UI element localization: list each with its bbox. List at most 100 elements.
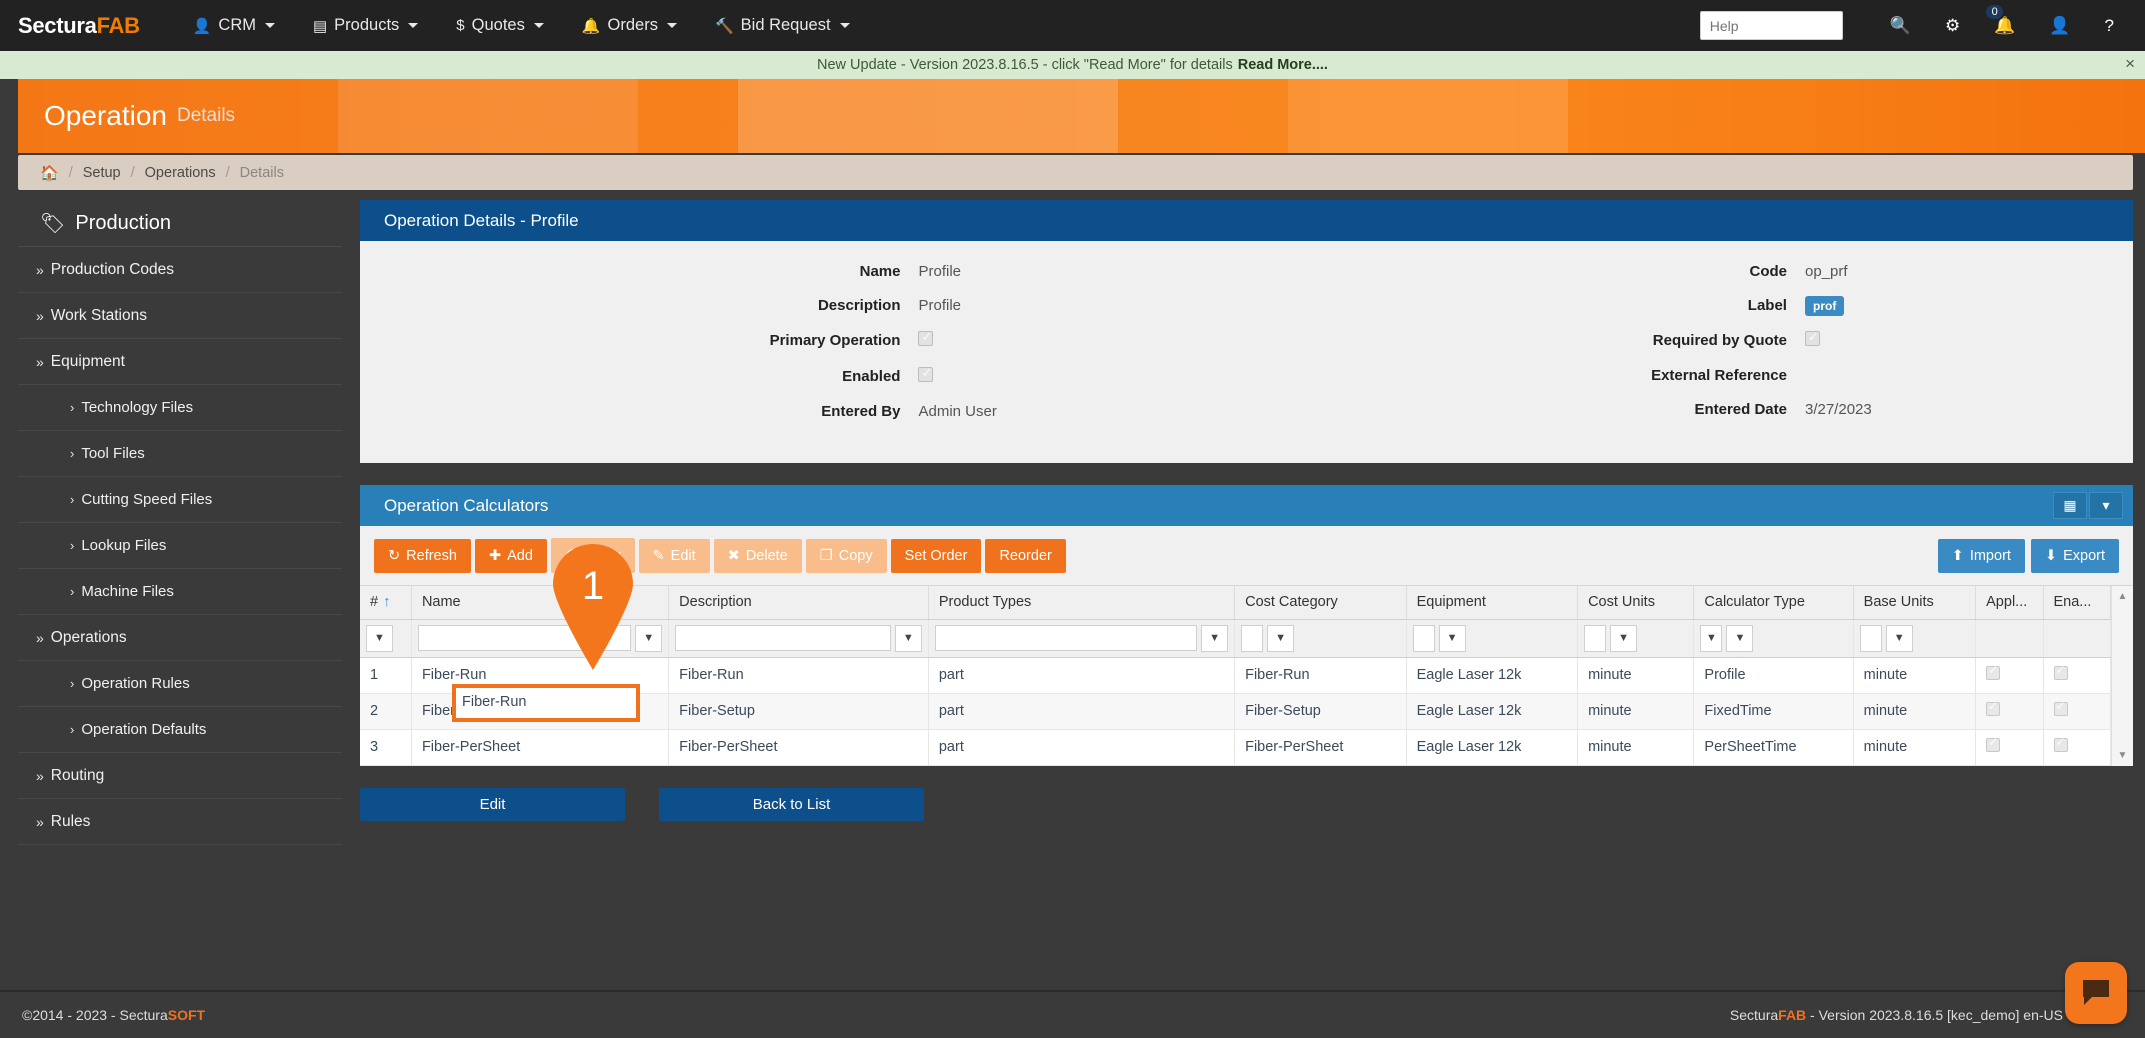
cell-product-types: part xyxy=(928,657,1234,693)
edit-button[interactable]: Edit xyxy=(360,788,625,821)
nav-item-orders-label: Orders xyxy=(608,16,658,35)
sidebar-item-operation-rules[interactable]: › Operation Rules xyxy=(18,661,342,707)
scroll-up-arrow-icon[interactable]: ▲ xyxy=(2112,588,2133,604)
table-row[interactable]: 2 Fiber-Setup Fiber-Setup part Fiber-Set… xyxy=(360,693,2111,729)
grid-view-icon[interactable]: ▦ xyxy=(2053,492,2087,519)
field-value-required-by-quote xyxy=(1805,331,2133,350)
field-row-name: Name Profile xyxy=(360,263,1247,280)
table-row[interactable]: 3 Fiber-PerSheet Fiber-PerSheet part Fib… xyxy=(360,729,2111,765)
sidebar-heading: 🏷 Production xyxy=(18,200,342,247)
help-search-input[interactable] xyxy=(1700,11,1843,40)
field-row-code: Code op_prf xyxy=(1247,263,2134,280)
breadcrumb-item-operations[interactable]: Operations xyxy=(145,165,216,181)
home-icon[interactable]: 🏠 xyxy=(40,164,59,182)
filter-input-product-types[interactable] xyxy=(935,625,1197,651)
column-header-product-types[interactable]: Product Types xyxy=(928,586,1234,619)
filter-icon[interactable]: ▼ xyxy=(1726,625,1753,652)
chevron-down-icon[interactable]: ▾ xyxy=(2089,492,2123,519)
filter-icon[interactable]: ▼ xyxy=(366,625,393,652)
sidebar-item-cutting-speed-files[interactable]: › Cutting Speed Files xyxy=(18,477,342,523)
grid-vertical-scrollbar[interactable]: ▲ ▼ xyxy=(2111,586,2133,766)
filter-dropdown-base-units[interactable] xyxy=(1860,625,1882,652)
filter-icon[interactable]: ▼ xyxy=(1439,625,1466,652)
sidebar-item-routing[interactable]: » Routing xyxy=(18,753,342,799)
filter-dropdown-calculator-type[interactable]: ▼ xyxy=(1700,625,1722,652)
export-button[interactable]: ⬇ Export xyxy=(2031,539,2119,573)
filter-dropdown-equipment[interactable] xyxy=(1413,625,1435,652)
view-button[interactable]: 👁 View xyxy=(551,538,635,573)
read-more-link[interactable]: Read More.... xyxy=(1238,57,1328,73)
cell-cost-category: Fiber-PerSheet xyxy=(1235,729,1406,765)
nav-item-bid-request[interactable]: 🔨 Bid Request xyxy=(696,0,869,51)
column-header-cost-units[interactable]: Cost Units xyxy=(1578,586,1694,619)
brand-logo[interactable]: SecturaFAB xyxy=(18,13,140,39)
refresh-button[interactable]: ↻ Refresh xyxy=(374,539,471,573)
search-button[interactable]: 🔍 xyxy=(1873,0,1928,51)
filter-icon[interactable]: ▼ xyxy=(635,625,662,652)
sidebar-item-label: Routing xyxy=(51,767,104,785)
search-icon: 🔍 xyxy=(1890,16,1911,36)
filter-dropdown-cost-units[interactable] xyxy=(1584,625,1606,652)
table-row[interactable]: 1 Fiber-Run Fiber-Run part Fiber-Run Eag… xyxy=(360,657,2111,693)
filter-icon[interactable]: ▼ xyxy=(1886,625,1913,652)
breadcrumb-separator: / xyxy=(226,165,230,181)
filter-icon[interactable]: ▼ xyxy=(1201,625,1228,652)
notifications-button[interactable]: 0 🔔 xyxy=(1977,0,2032,51)
cell-cost-category: Fiber-Setup xyxy=(1235,693,1406,729)
sidebar-item-production-codes[interactable]: » Production Codes xyxy=(18,247,342,293)
breadcrumb-item-setup[interactable]: Setup xyxy=(83,165,121,181)
cell-product-types: part xyxy=(928,729,1234,765)
add-button[interactable]: ✚ Add xyxy=(475,539,547,573)
filter-cell-product-types: ▼ xyxy=(928,619,1234,657)
checkbox-checked-disabled xyxy=(1986,738,2000,752)
nav-item-products[interactable]: ▤ Products xyxy=(294,0,437,51)
checkbox-checked-disabled xyxy=(2054,738,2068,752)
nav-item-crm[interactable]: 👤 CRM xyxy=(174,0,294,51)
sidebar-item-lookup-files[interactable]: › Lookup Files xyxy=(18,523,342,569)
sidebar-item-tool-files[interactable]: › Tool Files xyxy=(18,431,342,477)
column-header-description[interactable]: Description xyxy=(669,586,929,619)
column-header-calculator-type[interactable]: Calculator Type xyxy=(1694,586,1853,619)
chat-support-button[interactable] xyxy=(2065,962,2127,1024)
filter-input-name[interactable] xyxy=(418,625,631,651)
scroll-down-arrow-icon[interactable]: ▼ xyxy=(2112,748,2133,764)
sidebar-item-operation-defaults[interactable]: › Operation Defaults xyxy=(18,707,342,753)
sidebar-item-machine-files[interactable]: › Machine Files xyxy=(18,569,342,615)
column-header-num[interactable]: #↑ xyxy=(360,586,411,619)
cell-cost-units: minute xyxy=(1578,729,1694,765)
column-header-applicable[interactable]: Appl... xyxy=(1976,586,2043,619)
sidebar-item-rules[interactable]: » Rules xyxy=(18,799,342,845)
sidebar-item-technology-files[interactable]: › Technology Files xyxy=(18,385,342,431)
filter-input-description[interactable] xyxy=(675,625,891,651)
table-header-row: #↑ Name Description Product Types Cost C… xyxy=(360,586,2111,619)
double-chevron-right-icon: » xyxy=(36,768,44,784)
copy-button[interactable]: ❐ Copy xyxy=(806,539,887,573)
delete-button[interactable]: ✖ Delete xyxy=(714,539,802,573)
calculators-panel-header: Operation Calculators ▦ ▾ xyxy=(360,485,2133,526)
user-menu-button[interactable]: 👤 xyxy=(2032,0,2087,51)
filter-icon[interactable]: ▼ xyxy=(895,625,922,652)
column-header-equipment[interactable]: Equipment xyxy=(1406,586,1577,619)
column-header-name[interactable]: Name xyxy=(411,586,668,619)
footer-copyright: ©2014 - 2023 - SecturaSOFT xyxy=(22,1007,205,1023)
filter-icon[interactable]: ▼ xyxy=(1267,625,1294,652)
nav-item-orders[interactable]: 🔔 Orders xyxy=(563,0,696,51)
import-button[interactable]: ⬆ Import xyxy=(1938,539,2025,573)
edit-row-button[interactable]: ✎ Edit xyxy=(639,539,710,573)
help-button[interactable]: ? xyxy=(2088,0,2131,51)
sidebar-item-work-stations[interactable]: » Work Stations xyxy=(18,293,342,339)
filter-icon[interactable]: ▼ xyxy=(1610,625,1637,652)
chevron-right-icon: › xyxy=(70,584,74,599)
column-header-cost-category[interactable]: Cost Category xyxy=(1235,586,1406,619)
sidebar-item-equipment[interactable]: » Equipment xyxy=(18,339,342,385)
column-header-enabled[interactable]: Ena... xyxy=(2043,586,2111,619)
sidebar-item-operations[interactable]: » Operations xyxy=(18,615,342,661)
filter-dropdown-cost-category[interactable] xyxy=(1241,625,1263,652)
settings-button[interactable]: ⚙ xyxy=(1928,0,1977,51)
close-icon[interactable]: × xyxy=(2125,54,2135,74)
nav-item-quotes[interactable]: $ Quotes xyxy=(437,0,563,51)
column-header-base-units[interactable]: Base Units xyxy=(1853,586,1975,619)
set-order-button[interactable]: Set Order xyxy=(891,539,982,573)
reorder-button[interactable]: Reorder xyxy=(985,539,1065,573)
back-to-list-button[interactable]: Back to List xyxy=(659,788,924,821)
